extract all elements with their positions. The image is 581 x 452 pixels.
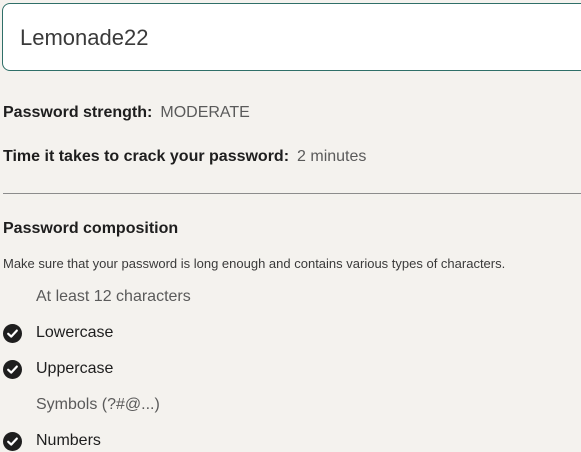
- password-input[interactable]: [20, 22, 520, 54]
- check-circle-icon: [3, 432, 22, 451]
- check-circle-icon: [3, 360, 22, 379]
- requirement-label: Uppercase: [36, 360, 114, 377]
- composition-title: Password composition: [3, 220, 179, 237]
- composition-description: Make sure that your password is long eno…: [3, 256, 506, 271]
- password-checker: Password strength: MODERATE Time it takes…: [0, 0, 581, 452]
- requirement-label: Numbers: [36, 432, 101, 449]
- crack-time-label: Time it takes to crack your password:: [3, 148, 290, 165]
- password-field-container[interactable]: [2, 3, 581, 71]
- requirement-label: At least 12 characters: [36, 288, 191, 305]
- crack-time-value: 2 minutes: [297, 148, 367, 165]
- requirement-label: Symbols (?#@...): [36, 396, 160, 413]
- requirement-label: Lowercase: [36, 324, 114, 341]
- crack-time-row: Time it takes to crack your password: 2 m…: [3, 148, 366, 166]
- strength-label: Password strength:: [3, 104, 153, 121]
- strength-value: MODERATE: [160, 104, 250, 121]
- check-circle-icon: [3, 324, 22, 343]
- divider: [3, 193, 581, 194]
- strength-row: Password strength: MODERATE: [3, 104, 250, 122]
